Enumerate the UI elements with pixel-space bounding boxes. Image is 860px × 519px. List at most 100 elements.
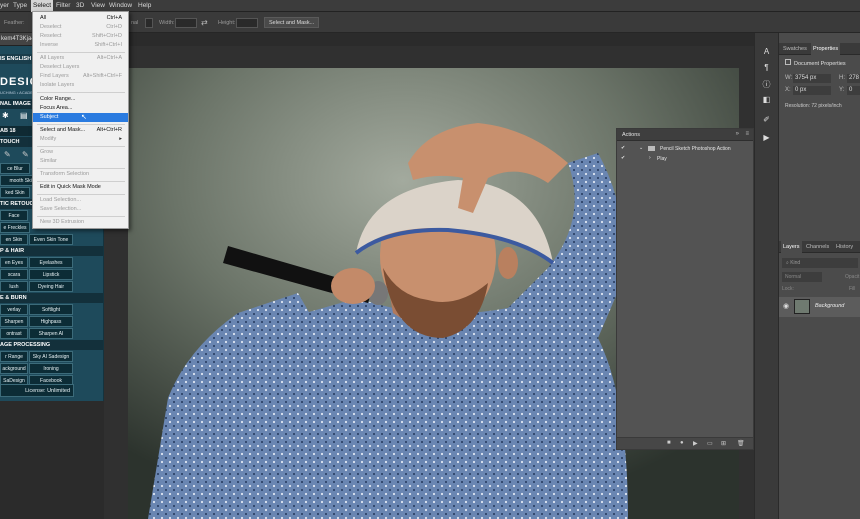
layer-row-background[interactable]: ◉ Background — [779, 297, 860, 317]
panel-menu-icon[interactable]: ≡ — [745, 131, 749, 137]
chevron-right-icon[interactable]: › — [649, 155, 651, 161]
even-skin-button[interactable]: en Skin — [0, 234, 28, 245]
h-field[interactable]: 278 — [847, 74, 860, 83]
blush-button[interactable]: lush — [0, 281, 28, 292]
select-and-mask-button[interactable]: Select and Mask... — [264, 17, 320, 28]
menu-item-grow[interactable]: Grow — [33, 148, 128, 157]
x-field[interactable]: 0 px — [793, 86, 831, 95]
menu-item-load-selection[interactable]: Load Selection... — [33, 196, 128, 205]
section-image-processing: AGE PROCESSING — [0, 340, 103, 350]
menu-item-label: Subject — [40, 114, 59, 120]
feather-label: Feather: — [4, 20, 25, 26]
menu-item-select-and-mask[interactable]: Select and Mask... Alt+Ctrl+R — [33, 126, 128, 135]
style-dropdown[interactable] — [145, 18, 153, 28]
menu-item-deselect[interactable]: Deselect Ctrl+D — [33, 23, 128, 32]
menu-window[interactable]: Window — [109, 2, 132, 9]
width-field[interactable] — [175, 18, 197, 28]
swap-icon[interactable]: ⇄ — [201, 18, 208, 27]
chevron-down-icon[interactable]: ⌄ — [639, 145, 643, 151]
folder-icon — [648, 146, 655, 151]
menu-type[interactable]: Type — [13, 2, 27, 9]
highpass-button[interactable]: Highpass — [29, 316, 73, 327]
play-icon[interactable]: ▶ — [693, 440, 698, 447]
new-action-icon[interactable]: ⊞ — [721, 440, 726, 447]
menu-3d[interactable]: 3D — [76, 2, 84, 9]
tab-channels[interactable]: Channels — [806, 244, 829, 250]
mascara-button[interactable]: scara — [0, 269, 28, 280]
menu-item-transform-selection[interactable]: Transform Selection — [33, 170, 128, 179]
print-icon[interactable]: ▤ — [20, 111, 28, 120]
lipstick-button[interactable]: Lipstick — [29, 269, 73, 280]
menu-item-all[interactable]: All Ctrl+A — [33, 14, 128, 23]
check-icon[interactable]: ✔ — [621, 145, 625, 151]
background-button[interactable]: ackground — [0, 363, 28, 374]
style-value[interactable]: nal — [131, 20, 138, 26]
overlay-button[interactable]: verlay — [0, 304, 28, 315]
menu-item-focus-area[interactable]: Focus Area... — [33, 104, 128, 113]
paragraph-icon[interactable]: ¶ — [761, 63, 772, 73]
color-range-button[interactable]: r Range — [0, 351, 28, 362]
menu-item-color-range[interactable]: Color Range... — [33, 95, 128, 104]
softlight-button[interactable]: Softlight — [29, 304, 73, 315]
tab-properties[interactable]: Properties — [811, 43, 841, 55]
eyelashes-button[interactable]: Eyelashes — [29, 257, 73, 268]
menu-item-modify[interactable]: Modify ▸ — [33, 135, 128, 144]
green-eyes-button[interactable]: en Eyes — [0, 257, 28, 268]
action-row[interactable]: ✔ › Play — [617, 155, 753, 164]
even-skin-tone-button[interactable]: Even Skin Tone — [29, 234, 73, 245]
w-field[interactable]: 3754 px — [793, 74, 831, 83]
tab-swatches[interactable]: Swatches — [783, 46, 807, 52]
collapse-icon[interactable]: » — [736, 131, 739, 137]
tab-history[interactable]: History — [836, 244, 853, 250]
menu-item-save-selection[interactable]: Save Selection... — [33, 205, 128, 214]
menu-item-deselect-layers[interactable]: Deselect Layers — [33, 63, 128, 72]
menu-item-reselect[interactable]: Reselect Shift+Ctrl+D — [33, 32, 128, 41]
menu-layer[interactable]: yer — [0, 2, 9, 9]
menu-item-find-layers[interactable]: Find Layers Alt+Shift+Ctrl+F — [33, 72, 128, 81]
delete-icon[interactable]: 🗑 — [737, 440, 745, 447]
tab-layers[interactable]: Layers — [781, 241, 802, 253]
y-field[interactable]: 0 — [847, 86, 860, 95]
check-icon[interactable]: ✔ — [621, 155, 625, 161]
menu-item-quick-mask[interactable]: Edit in Quick Mask Mode — [33, 183, 128, 192]
menu-item-all-layers[interactable]: All Layers Alt+Ctrl+A — [33, 54, 128, 63]
contrast-button[interactable]: ontrast — [0, 328, 28, 339]
sharpen-ai-button[interactable]: Sharpen AI — [29, 328, 73, 339]
menu-item-label: Find Layers — [40, 73, 69, 79]
actions-play-icon[interactable]: ▶ — [761, 133, 772, 143]
visibility-eye-icon[interactable]: ◉ — [783, 302, 789, 310]
blend-mode-select[interactable]: Normal — [782, 272, 822, 282]
layer-filter-kind[interactable]: ⌕ Kind — [782, 258, 858, 268]
height-field[interactable] — [236, 18, 258, 28]
menu-filter[interactable]: Filter — [56, 2, 70, 9]
stop-icon[interactable]: ■ — [667, 440, 671, 446]
ironing-button[interactable]: Ironing — [29, 363, 73, 374]
menu-item-label: New 3D Extrusion — [40, 219, 85, 225]
document-tab[interactable]: kem4T3Kja4 — [0, 33, 32, 46]
remove-freckles-button[interactable]: e Freckles — [0, 222, 30, 233]
info-icon[interactable]: ⓘ — [761, 79, 772, 89]
character-icon[interactable]: A — [761, 47, 772, 57]
menu-item-new-3d-extrusion[interactable]: New 3D Extrusion — [33, 218, 128, 227]
menu-help[interactable]: Help — [138, 2, 151, 9]
menu-item-subject[interactable]: Subject ↖ — [33, 113, 128, 122]
new-set-icon[interactable]: ▭ — [707, 440, 713, 447]
menu-item-shortcut: Shift+Ctrl+I — [94, 42, 122, 48]
pen-icon[interactable]: ✎ — [22, 150, 29, 159]
dyeing-hair-button[interactable]: Dyeing Hair — [29, 281, 73, 292]
face-blur-button[interactable]: ce Blur — [0, 163, 30, 174]
action-set-row[interactable]: ✔ ⌄ Pencil Sketch Photoshop Action — [617, 145, 753, 154]
menu-item-isolate-layers[interactable]: Isolate Layers — [33, 81, 128, 90]
face-button[interactable]: Face — [0, 210, 28, 221]
wand-icon[interactable]: ✱ — [2, 111, 9, 120]
baked-skin-button[interactable]: ked Skin — [0, 187, 30, 198]
adjustments-icon[interactable]: ◧ — [761, 95, 772, 105]
menu-item-similar[interactable]: Similar — [33, 157, 128, 166]
menu-view[interactable]: View — [91, 2, 105, 9]
record-icon[interactable]: ● — [680, 440, 684, 446]
brush-settings-icon[interactable]: ✐ — [761, 115, 772, 125]
menu-item-inverse[interactable]: Inverse Shift+Ctrl+I — [33, 41, 128, 50]
brush-icon[interactable]: ✎ — [4, 150, 11, 159]
sharpen-button[interactable]: Sharpen — [0, 316, 28, 327]
sky-ai-button[interactable]: Sky AI Sadesign — [29, 351, 73, 362]
